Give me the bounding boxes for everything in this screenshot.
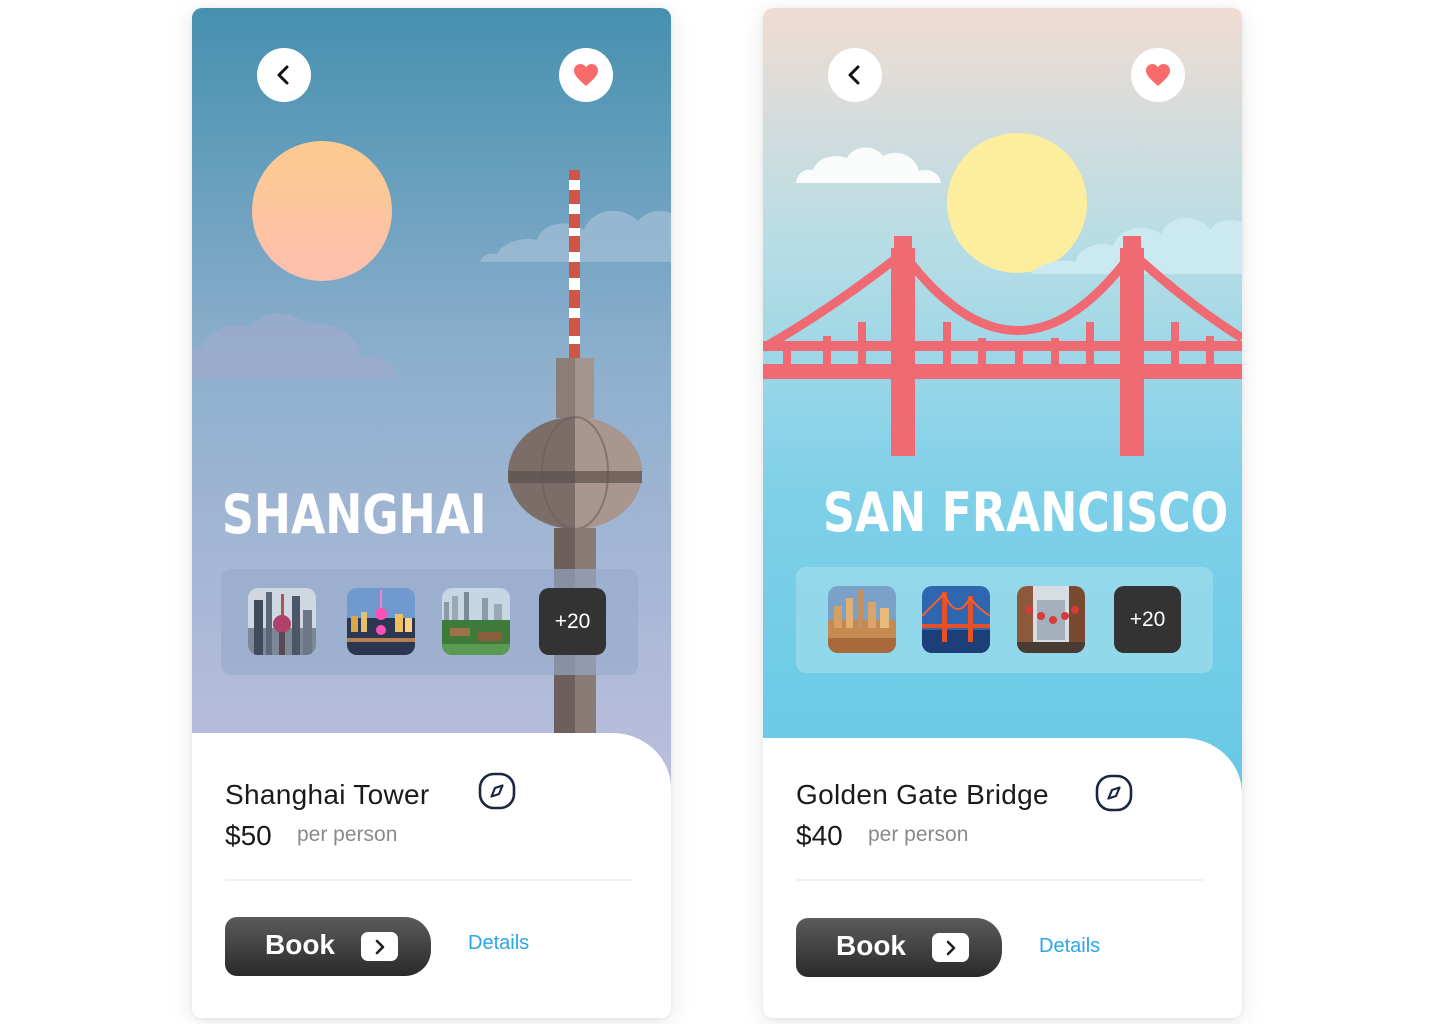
details-link[interactable]: Details	[1039, 935, 1100, 958]
more-photos-button[interactable]: +20	[1114, 586, 1181, 653]
book-button[interactable]: Book	[796, 918, 1002, 977]
photo-thumbnail[interactable]	[442, 588, 510, 655]
photo-thumbnail[interactable]	[922, 586, 990, 653]
book-button-label: Book	[265, 929, 335, 960]
chevron-right-icon	[361, 932, 398, 961]
photo-thumbnail[interactable]	[1017, 586, 1085, 653]
photo-gallery: +20	[796, 567, 1213, 673]
divider	[225, 879, 632, 881]
price-value: $40	[796, 820, 843, 851]
photo-thumbnail[interactable]	[248, 588, 316, 655]
book-button-label: Book	[836, 930, 906, 961]
favorite-button[interactable]	[559, 48, 613, 102]
place-name: Golden Gate Bridge	[796, 779, 1049, 810]
place-name: Shanghai Tower	[225, 779, 430, 810]
photo-thumbnail[interactable]	[347, 588, 415, 655]
price-unit: per person	[297, 823, 398, 846]
heart-icon	[574, 64, 598, 86]
back-button[interactable]	[257, 48, 311, 102]
back-button[interactable]	[828, 48, 882, 102]
san-francisco-illustration	[763, 8, 1242, 808]
favorite-button[interactable]	[1131, 48, 1185, 102]
city-title: SHANGHAI	[222, 483, 487, 546]
san-francisco-card[interactable]: SAN FRANCISCO +20 Golden Gate Bridge $40…	[763, 8, 1242, 1018]
details-link[interactable]: Details	[468, 932, 529, 955]
more-photos-button[interactable]: +20	[539, 588, 606, 655]
compass-icon[interactable]	[1095, 774, 1133, 812]
shanghai-card[interactable]: SHANGHAI +20 Shanghai Tower $50 per pers…	[192, 8, 671, 1018]
book-button[interactable]: Book	[225, 917, 431, 976]
chevron-right-icon	[932, 933, 969, 962]
chevron-left-icon	[277, 65, 289, 85]
chevron-left-icon	[848, 65, 860, 85]
heart-icon	[1146, 64, 1170, 86]
price-unit: per person	[868, 823, 969, 846]
divider	[796, 879, 1203, 881]
price-value: $50	[225, 820, 272, 851]
photo-gallery: +20	[221, 569, 638, 675]
city-title: SAN FRANCISCO	[823, 481, 1229, 544]
compass-icon[interactable]	[478, 772, 516, 810]
photo-thumbnail[interactable]	[828, 586, 896, 653]
